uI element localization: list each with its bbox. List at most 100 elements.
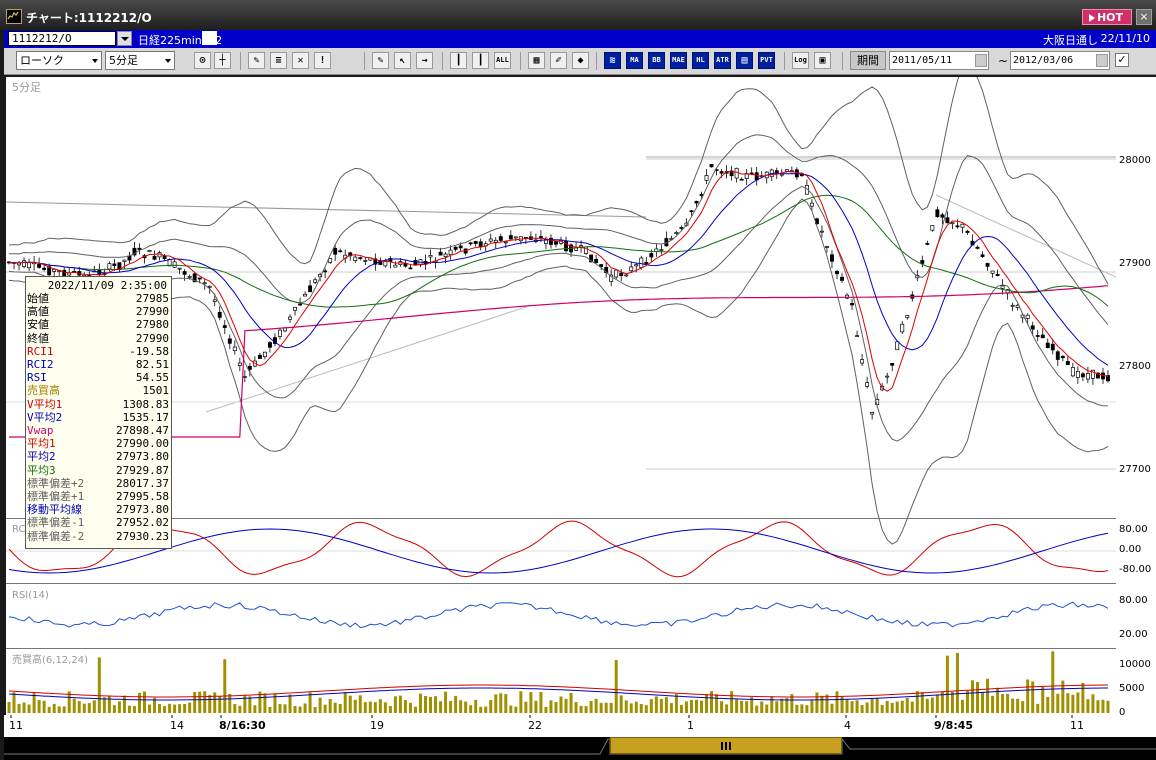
volume-bar	[599, 702, 603, 713]
volume-bar	[338, 703, 342, 713]
candle-body	[895, 341, 900, 351]
alert-icon[interactable]: !	[314, 52, 331, 69]
volume-bar	[509, 705, 513, 713]
delete-line-icon[interactable]: ✕	[292, 52, 309, 69]
all-button[interactable]: ALL	[494, 52, 511, 69]
candle-body	[955, 225, 960, 228]
candle-body	[649, 253, 654, 258]
candle-body	[177, 267, 182, 270]
candle-body	[960, 223, 965, 228]
candle-icon[interactable]: ┃	[450, 52, 467, 69]
volume-bar	[559, 696, 563, 713]
volume-bar	[669, 703, 673, 713]
candle-body	[267, 342, 272, 348]
volume-bar	[795, 704, 799, 713]
volume-bar	[689, 699, 693, 713]
chart-app-icon	[6, 9, 22, 24]
calendar-icon[interactable]	[975, 54, 987, 67]
volume-bar	[1006, 693, 1010, 713]
bb-button[interactable]: BB	[648, 52, 665, 69]
symbol-info-icon[interactable]	[202, 31, 217, 45]
symbol-code-input[interactable]: 1112212/O	[8, 31, 116, 46]
volume-bar	[413, 706, 417, 713]
hot-button[interactable]: HOT	[1082, 9, 1132, 25]
volume-bar	[981, 692, 985, 713]
candle-body	[293, 306, 297, 311]
pen-icon[interactable]: ✎	[372, 52, 389, 69]
candle-body	[975, 246, 980, 249]
candle-body	[1010, 304, 1015, 307]
hl-button[interactable]: HL	[692, 52, 709, 69]
crosshair-icon-glyph: ┼	[219, 55, 226, 66]
info-key: RSI	[27, 371, 47, 385]
palette-icon[interactable]: ◆	[572, 52, 589, 69]
candle-body	[323, 270, 328, 273]
volume-bar	[353, 699, 357, 713]
date-range-checkbox[interactable]: ✓	[1115, 53, 1129, 67]
candle-body	[659, 249, 664, 251]
alert-icon-glyph: !	[319, 55, 326, 66]
candle-body	[22, 260, 27, 267]
candle-body	[488, 238, 493, 242]
candle-body	[227, 338, 232, 344]
volume-bar	[554, 702, 558, 713]
chart-scrollbar[interactable]	[4, 737, 1156, 760]
period-button[interactable]: 期間	[850, 51, 886, 70]
info-value: 27990	[135, 305, 169, 319]
candle-body	[428, 255, 433, 258]
candle-body	[1075, 371, 1080, 378]
volume-bar	[117, 701, 121, 713]
volume-bar	[584, 706, 588, 713]
pvt-button[interactable]: PVT	[758, 52, 775, 69]
cursor-icon[interactable]: ↖	[394, 52, 411, 69]
chart-area[interactable]: 5分足 RC RSI(14) 売買高(6,12,24)	[5, 59, 1117, 715]
brush-icon[interactable]: ✐	[550, 52, 567, 69]
ma-button[interactable]: MA	[626, 52, 643, 69]
volume-bar	[885, 700, 889, 713]
volume-bar	[1001, 694, 1005, 713]
candle-body	[679, 227, 684, 229]
volume-bar	[850, 701, 854, 713]
mae-button[interactable]: MAE	[670, 52, 687, 69]
symbol-dropdown-button[interactable]	[117, 31, 132, 46]
info-value: 27980	[135, 318, 169, 332]
volume-bar	[102, 697, 106, 713]
scroll-thumb[interactable]	[610, 737, 842, 754]
date-to-field[interactable]: 2012/03/06	[1010, 51, 1110, 70]
volume-bar	[920, 692, 924, 713]
volume-bar	[900, 700, 904, 713]
indicator-1[interactable]: ≋	[604, 52, 621, 69]
crosshair-icon[interactable]: ┼	[214, 52, 231, 69]
candle-body	[549, 237, 553, 245]
volume-bar	[213, 692, 217, 713]
info-row: 標準偏差-1 27952.02	[27, 516, 171, 529]
candle-body	[408, 267, 413, 270]
time-axis: 11 14 8/16:30 19 22 1 4 9/8:45 11	[4, 715, 1156, 737]
info-key: RCI2	[27, 358, 54, 371]
log-button[interactable]: Log	[792, 52, 809, 69]
date-from-field[interactable]: 2011/05/11	[889, 51, 989, 70]
close-button[interactable]: ×	[1136, 9, 1152, 25]
grid-icon[interactable]: ▦	[528, 52, 545, 69]
candle-body	[52, 268, 57, 272]
chart-type-select[interactable]: ローソク	[16, 51, 102, 70]
atr-button[interactable]: ATR	[714, 52, 731, 69]
calendar-icon[interactable]	[1096, 54, 1108, 67]
info-row: 安値 27980	[27, 318, 171, 331]
candle2-icon[interactable]: ┃	[472, 52, 489, 69]
interval-select[interactable]: 5分足	[105, 51, 175, 70]
export-icon[interactable]: ▣	[814, 52, 831, 69]
volume-bar	[880, 704, 884, 713]
info-value: 28017.37	[116, 476, 169, 490]
volume-bar	[1101, 699, 1105, 713]
volume-bar	[1031, 681, 1035, 713]
draw-icon[interactable]: ✎	[248, 52, 265, 69]
price-tick-label: 28000	[1119, 155, 1151, 166]
zoom-icon[interactable]: ⊙	[194, 52, 211, 69]
arrow-icon[interactable]: →	[416, 52, 433, 69]
fibo-icon[interactable]: ≡	[270, 52, 287, 69]
volume-bar	[243, 694, 247, 713]
ichimoku-button[interactable]: ▤	[736, 52, 753, 69]
chart-canvas[interactable]: 5分足 RC RSI(14) 売買高(6,12,24)	[5, 59, 1117, 715]
volume-bar	[770, 696, 774, 713]
